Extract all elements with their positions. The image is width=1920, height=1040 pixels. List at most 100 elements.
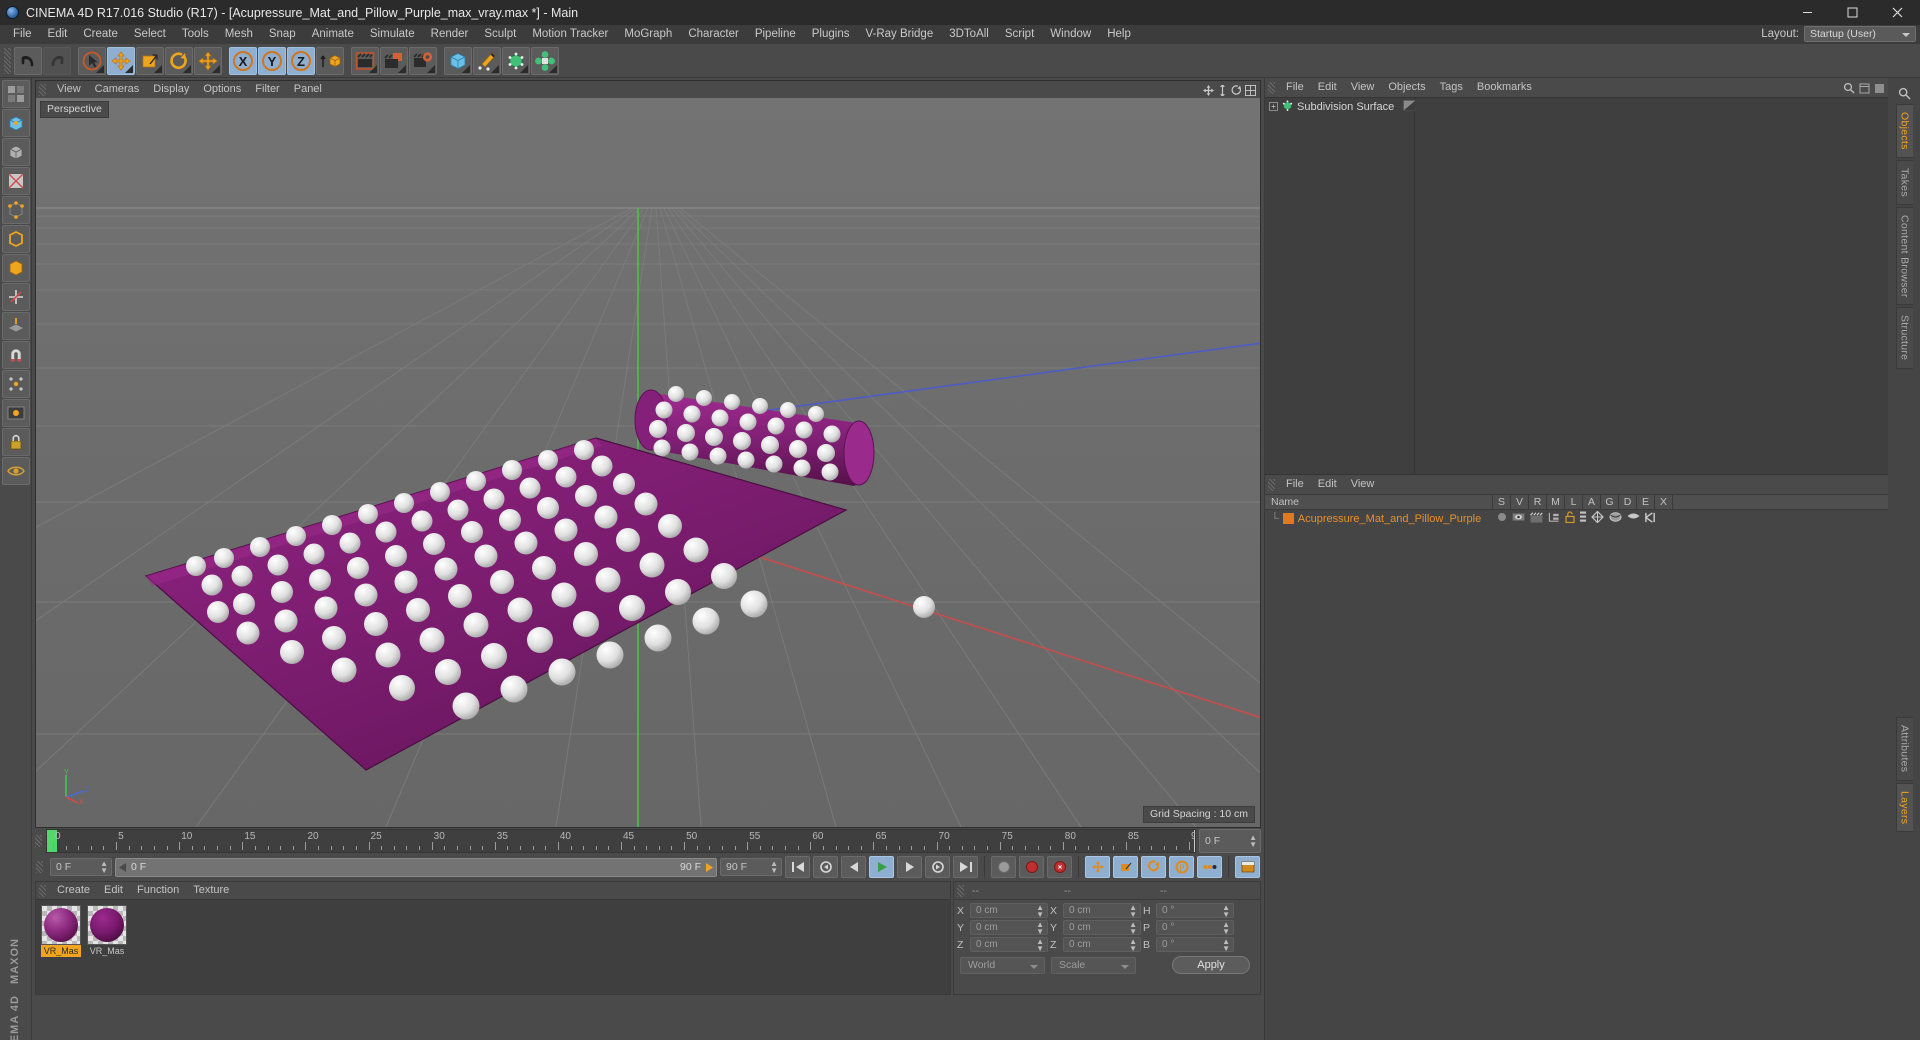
- object-manager-body[interactable]: + Subdivision Surface: [1265, 97, 1888, 474]
- coord-pos-x-input[interactable]: 0 cm ▲ ▼: [970, 903, 1048, 918]
- object-manager-detail-area[interactable]: [1415, 98, 1888, 474]
- unlock-padlock-icon[interactable]: [1565, 511, 1575, 526]
- material-menu-create[interactable]: Create: [50, 882, 97, 899]
- end-frame-field[interactable]: 90 F ▲ ▼: [720, 858, 782, 876]
- coord-rot-p-input[interactable]: 0 ° ▲ ▼: [1156, 920, 1234, 935]
- rotation-key-button[interactable]: [1141, 856, 1166, 878]
- step-back-button[interactable]: [841, 856, 866, 878]
- menu-sculpt[interactable]: Sculpt: [476, 25, 524, 44]
- material-item[interactable]: VR_Mas: [87, 905, 127, 957]
- coord-size-y-input[interactable]: 0 cm ▲ ▼: [1063, 920, 1141, 935]
- timeline-grip[interactable]: [35, 835, 42, 847]
- tab-attributes[interactable]: Attributes: [1895, 717, 1913, 781]
- object-menu-edit[interactable]: Edit: [1311, 79, 1344, 96]
- expression-icon[interactable]: [1627, 512, 1640, 525]
- timeline-ruler[interactable]: 0 5 10 15 20 25 30 35 40 45 50 55 60 65 70 75 80 85 90: [46, 829, 1196, 853]
- keyframe-selection-button[interactable]: [1047, 856, 1072, 878]
- coord-rot-h-input[interactable]: 0 ° ▲ ▼: [1156, 903, 1234, 918]
- go-to-end-button[interactable]: [953, 856, 978, 878]
- object-panel-maximize-icon[interactable]: [1874, 81, 1885, 99]
- deformers-icon[interactable]: [1609, 511, 1622, 526]
- layer-rows[interactable]: └ Acupressure_Mat_and_Pillow_Purple: [1265, 510, 1888, 1040]
- menu-tools[interactable]: Tools: [174, 25, 217, 44]
- edges-mode-icon[interactable]: [1, 225, 30, 253]
- tab-content-browser[interactable]: Content Browser: [1895, 206, 1913, 306]
- layer-menu-file[interactable]: File: [1279, 476, 1311, 493]
- menu-render[interactable]: Render: [423, 25, 477, 44]
- close-icon[interactable]: [1875, 0, 1920, 25]
- menu-plugins[interactable]: Plugins: [804, 25, 858, 44]
- menu-create[interactable]: Create: [75, 25, 126, 44]
- material-thumbnail[interactable]: [87, 905, 127, 945]
- axis-modify-icon[interactable]: [1, 283, 30, 311]
- next-keyframe-button[interactable]: [925, 856, 950, 878]
- layer-color-swatch[interactable]: [1282, 513, 1294, 524]
- xref-icon[interactable]: [1645, 511, 1656, 526]
- menu-select[interactable]: Select: [126, 25, 174, 44]
- spinner-icon[interactable]: ▲ ▼: [770, 860, 778, 875]
- material-item[interactable]: VR_Mas: [41, 905, 81, 957]
- tab-objects[interactable]: Objects: [1895, 104, 1913, 158]
- previous-keyframe-button[interactable]: [813, 856, 838, 878]
- lock-x-axis-button[interactable]: X: [229, 46, 257, 75]
- material-list[interactable]: VR_Mas VR_Mas: [36, 899, 950, 994]
- object-manager-grip[interactable]: [1268, 81, 1275, 94]
- model-mode-cube-icon[interactable]: [1, 138, 30, 166]
- position-key-button[interactable]: [1085, 856, 1110, 878]
- viewport-menu-display[interactable]: Display: [146, 81, 196, 98]
- material-manager-grip[interactable]: [39, 884, 46, 897]
- redo-button[interactable]: [43, 46, 71, 75]
- animation-bars-icon[interactable]: [1580, 511, 1587, 526]
- object-menu-view[interactable]: View: [1344, 79, 1382, 96]
- add-array-button[interactable]: [531, 46, 559, 75]
- spinner-icon[interactable]: ▲ ▼: [1222, 937, 1230, 952]
- undo-button[interactable]: [14, 46, 42, 75]
- add-hyper-nurbs-button[interactable]: [502, 46, 530, 75]
- coordinate-mode-select[interactable]: Scale: [1051, 956, 1136, 974]
- go-to-start-button[interactable]: [785, 856, 810, 878]
- viewport-menu-filter[interactable]: Filter: [248, 81, 286, 98]
- timeline-view-button[interactable]: [1235, 856, 1260, 878]
- menu-character[interactable]: Character: [680, 25, 747, 44]
- visible-eye-icon[interactable]: [1512, 512, 1526, 525]
- material-thumbnail[interactable]: [41, 905, 81, 945]
- render-settings-button[interactable]: [409, 46, 437, 75]
- scale-tool-button[interactable]: [136, 46, 164, 75]
- viewport-menu-view[interactable]: View: [50, 81, 88, 98]
- make-editable-icon[interactable]: [1, 109, 30, 137]
- material-menu-function[interactable]: Function: [130, 882, 186, 899]
- timeline-frame-field[interactable]: 0 F ▲ ▼: [1199, 829, 1261, 853]
- menu-file[interactable]: File: [5, 25, 40, 44]
- menu-help[interactable]: Help: [1099, 25, 1139, 44]
- expand-toggle-icon[interactable]: +: [1269, 102, 1278, 111]
- current-frame-field[interactable]: 0 F ▲ ▼: [50, 858, 112, 876]
- coordinates-grip[interactable]: [957, 884, 964, 897]
- snap-settings-icon[interactable]: [1, 370, 30, 398]
- viewport-canvas[interactable]: Perspective Grid Spacing : 10 cm Y Z X: [36, 98, 1260, 827]
- polygons-mode-icon[interactable]: [1, 254, 30, 282]
- layer-row[interactable]: └ Acupressure_Mat_and_Pillow_Purple: [1265, 510, 1888, 527]
- layer-manager-grip[interactable]: [1268, 478, 1275, 491]
- add-spline-button[interactable]: [473, 46, 501, 75]
- maximize-icon[interactable]: [1830, 0, 1875, 25]
- step-forward-button[interactable]: [897, 856, 922, 878]
- parameter-key-button[interactable]: P: [1169, 856, 1194, 878]
- menu-pipeline[interactable]: Pipeline: [747, 25, 804, 44]
- magnet-snap-icon[interactable]: [1, 341, 30, 369]
- play-button[interactable]: [869, 856, 894, 878]
- transform-tool-button[interactable]: [194, 46, 222, 75]
- coord-pos-z-input[interactable]: 0 cm ▲ ▼: [970, 937, 1048, 952]
- texture-mode-icon[interactable]: [1, 167, 30, 195]
- viewport-menu-panel[interactable]: Panel: [287, 81, 329, 98]
- render-clapper-icon[interactable]: [1530, 511, 1543, 526]
- add-cube-button[interactable]: [444, 46, 472, 75]
- menu-animate[interactable]: Animate: [304, 25, 362, 44]
- coordinate-system-select[interactable]: World: [960, 956, 1045, 974]
- object-panel-minimize-icon[interactable]: [1859, 81, 1870, 99]
- menu-mograph[interactable]: MoGraph: [616, 25, 680, 44]
- material-menu-texture[interactable]: Texture: [186, 882, 236, 899]
- spinner-icon[interactable]: ▲ ▼: [1036, 903, 1044, 918]
- layer-menu-edit[interactable]: Edit: [1311, 476, 1344, 493]
- move-tool-button[interactable]: [107, 46, 135, 75]
- transport-grip[interactable]: [36, 861, 43, 873]
